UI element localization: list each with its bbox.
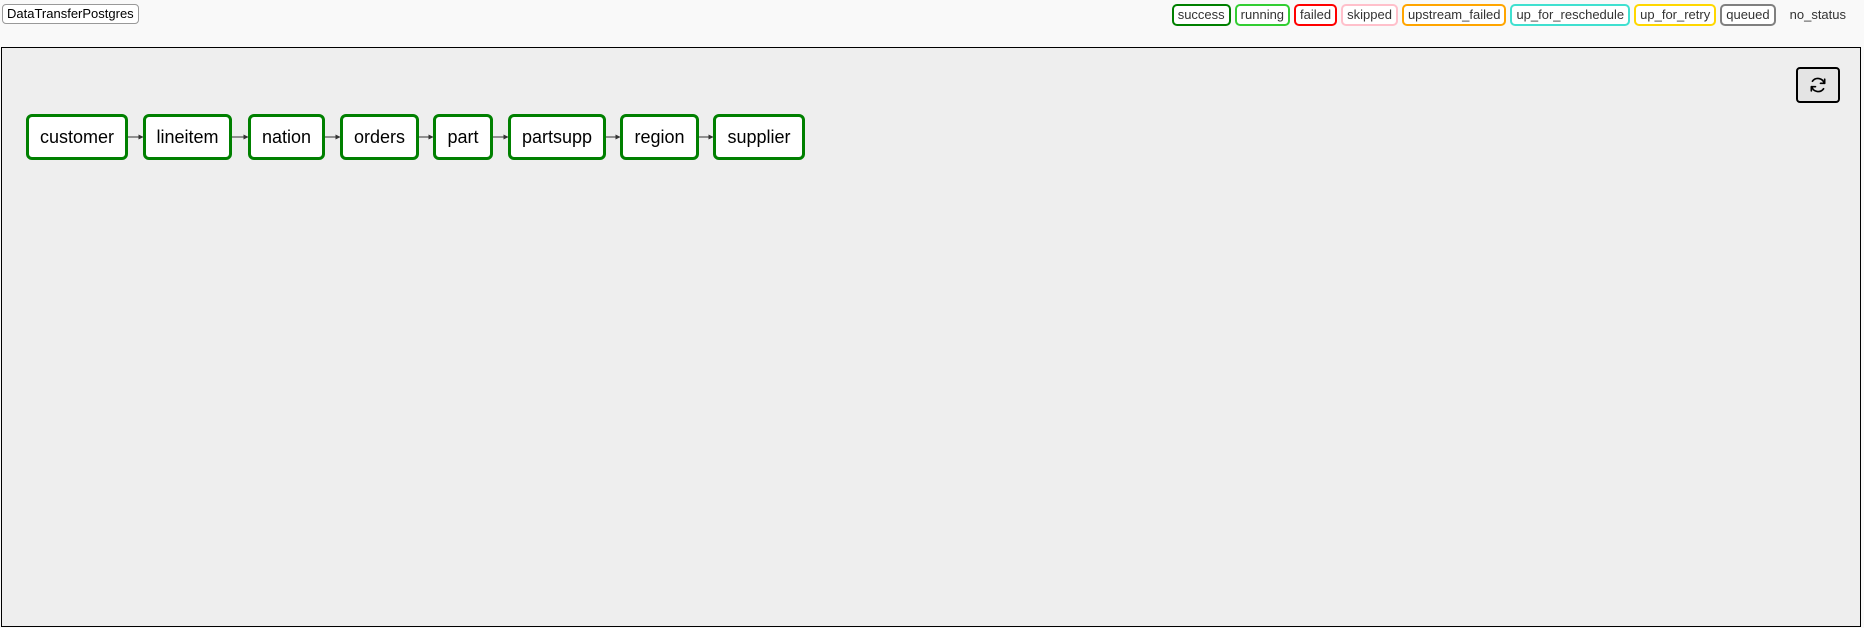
state-legend: success running failed skipped upstream_…: [1171, 4, 1852, 26]
legend-success[interactable]: success: [1171, 4, 1231, 26]
task-node-nation[interactable]: nation: [248, 114, 325, 160]
task-node-customer[interactable]: customer: [26, 114, 128, 160]
graph-canvas[interactable]: customer lineitem nation orders part par…: [1, 47, 1861, 627]
task-node-supplier[interactable]: supplier: [713, 114, 805, 160]
legend-skipped[interactable]: skipped: [1341, 4, 1398, 26]
task-node-region[interactable]: region: [620, 114, 699, 160]
legend-running[interactable]: running: [1234, 4, 1291, 26]
dag-title: DataTransferPostgres: [2, 4, 139, 24]
task-node-part[interactable]: part: [433, 114, 493, 160]
legend-up-for-reschedule[interactable]: up_for_reschedule: [1510, 4, 1631, 26]
graph-nodes: customer lineitem nation orders part par…: [2, 48, 1860, 626]
task-node-orders[interactable]: orders: [340, 114, 419, 160]
legend-up-for-retry[interactable]: up_for_retry: [1634, 4, 1717, 26]
refresh-button[interactable]: [1796, 67, 1840, 103]
task-node-partsupp[interactable]: partsupp: [508, 114, 606, 160]
legend-failed[interactable]: failed: [1294, 4, 1338, 26]
legend-queued[interactable]: queued: [1720, 4, 1776, 26]
legend-upstream-failed[interactable]: upstream_failed: [1401, 4, 1507, 26]
legend-no-status[interactable]: no_status: [1780, 4, 1852, 26]
task-node-lineitem[interactable]: lineitem: [143, 114, 232, 160]
refresh-icon: [1810, 77, 1826, 93]
